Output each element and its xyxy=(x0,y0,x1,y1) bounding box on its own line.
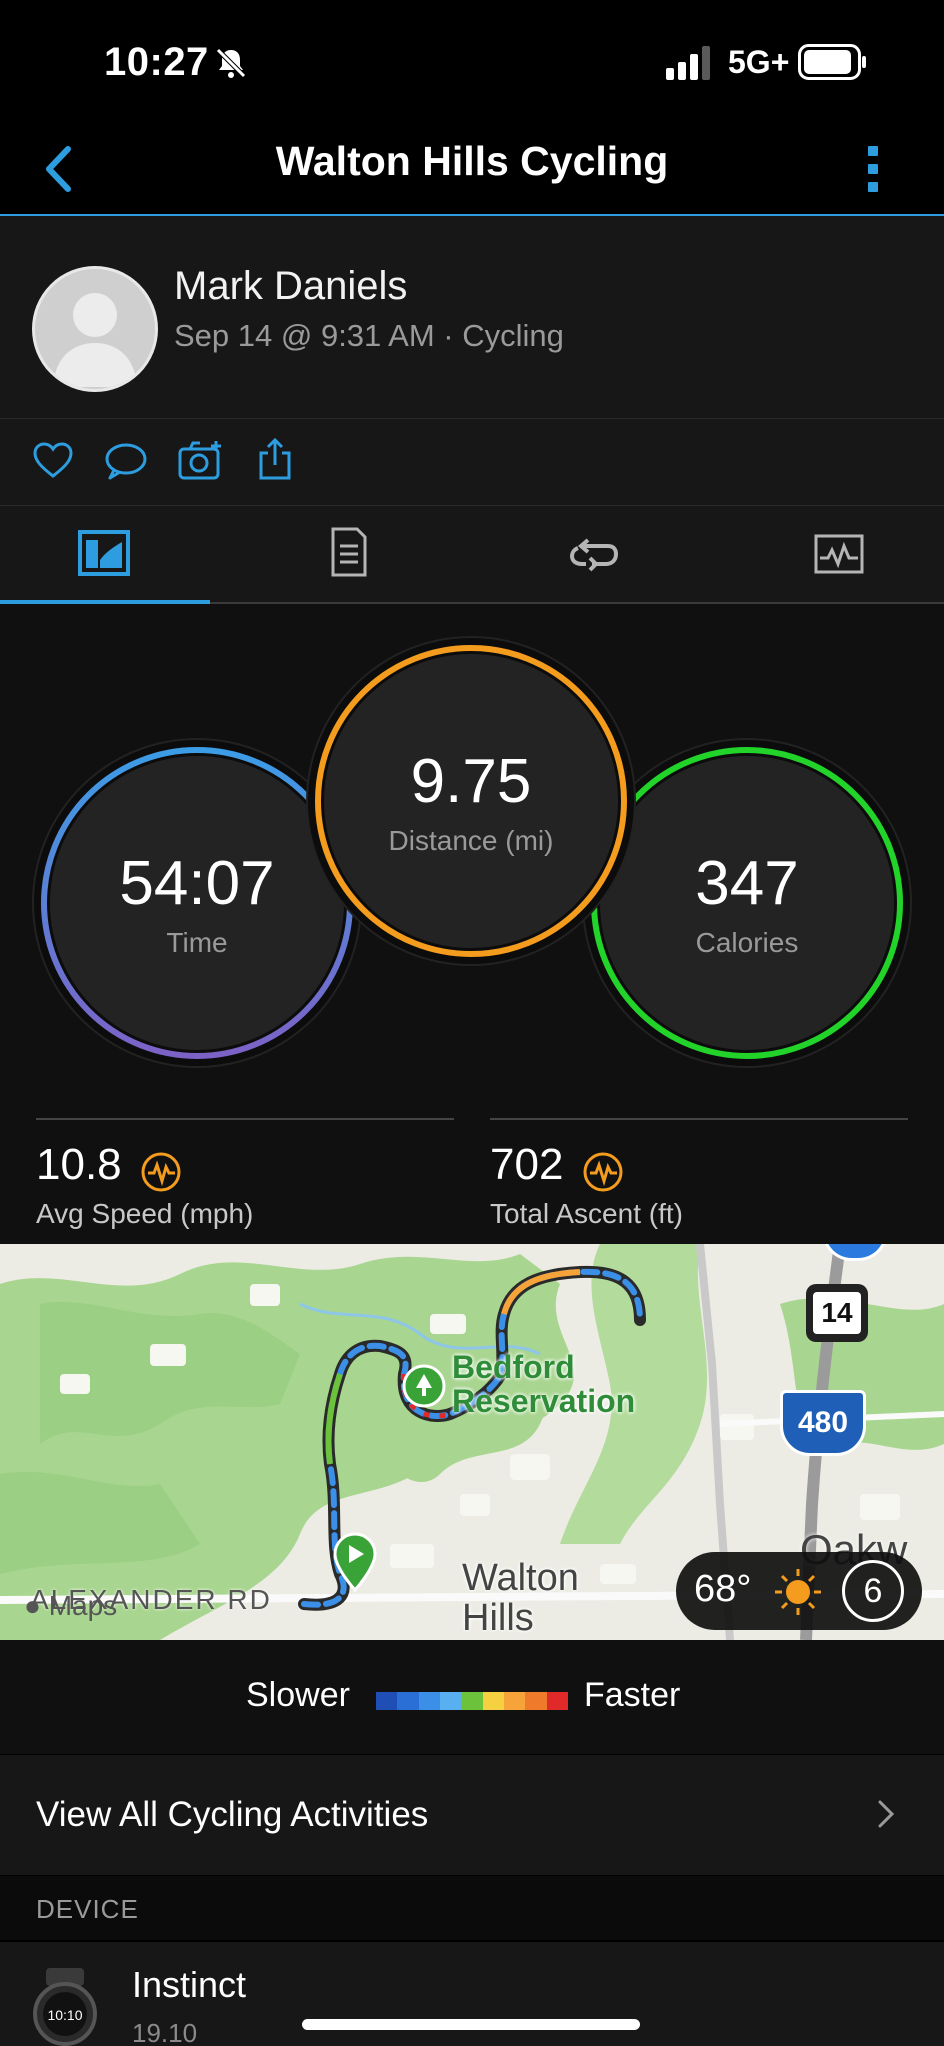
share-icon[interactable] xyxy=(258,437,292,486)
tab-stats[interactable] xyxy=(236,506,472,602)
route-14-number: 14 xyxy=(813,1292,861,1334)
performance-wave-icon xyxy=(582,1151,624,1198)
speed-legend: Slower Faster xyxy=(0,1640,944,1754)
interstate-480-number: 480 xyxy=(797,1406,849,1439)
view-all-label[interactable]: View All Cycling Activities xyxy=(36,1795,428,1835)
divider xyxy=(36,1118,454,1120)
status-time: 10:27 xyxy=(104,40,209,84)
speed-gradient-bar xyxy=(376,1692,568,1710)
device-subtext: 19.10 xyxy=(132,2018,198,2046)
avg-speed-label: Avg Speed (mph) xyxy=(36,1198,254,1230)
route-14-shield: 14 xyxy=(806,1284,868,1342)
status-bar: 10:27 5G+ xyxy=(0,0,944,128)
like-heart-icon[interactable] xyxy=(32,441,74,484)
device-header-label: DEVICE xyxy=(36,1894,139,1924)
wind-speed: 6 xyxy=(863,1571,883,1610)
activity-header: Mark Daniels Sep 14 @ 9:31 AM · Cycling xyxy=(0,216,944,419)
weather-temp: 68° xyxy=(694,1568,752,1610)
legend-color-segment xyxy=(397,1692,419,1710)
apple-logo-icon: ● xyxy=(24,1590,41,1621)
weather-badge: 68° 6 xyxy=(676,1552,922,1630)
total-ascent-value: 702 xyxy=(490,1140,564,1189)
legend-color-segment xyxy=(461,1692,483,1710)
town-label-line2: Hills xyxy=(462,1597,534,1639)
svg-text:10:10: 10:10 xyxy=(47,2007,82,2023)
town-label: Walton Hills xyxy=(462,1558,579,1638)
attribution-text: Maps xyxy=(48,1590,118,1621)
calories-label: Calories xyxy=(695,926,799,958)
avatar[interactable] xyxy=(32,266,158,392)
graph-pulse-icon xyxy=(814,534,864,579)
total-ascent-stat: 702 Total Ascent (ft) xyxy=(490,1140,683,1230)
view-all-activities-row[interactable]: View All Cycling Activities xyxy=(0,1755,944,1875)
legend-color-segment xyxy=(418,1692,440,1710)
avg-speed-stat: 10.8 Avg Speed (mph) xyxy=(36,1140,253,1230)
document-icon xyxy=(330,526,368,583)
interstate-480-shield: 480 xyxy=(780,1390,866,1456)
calories-value: 347 xyxy=(695,848,799,918)
device-section-header: DEVICE xyxy=(0,1876,944,1940)
chevron-right-icon[interactable] xyxy=(876,1799,896,1834)
add-photo-icon[interactable] xyxy=(178,439,224,486)
sun-icon xyxy=(772,1566,824,1623)
stats-panel: 54:07 Time 347 Calories 9.75 Distance (m… xyxy=(0,604,944,1244)
town-label-line1: Walton xyxy=(462,1557,579,1599)
activity-tabs xyxy=(0,506,944,604)
activity-date-type: Sep 14 @ 9:31 AM · Cycling xyxy=(174,318,564,353)
maps-attribution: ● Maps xyxy=(24,1590,117,1622)
signal-icon xyxy=(666,46,714,85)
bell-slash-icon xyxy=(214,46,248,85)
time-value: 54:07 xyxy=(119,848,275,918)
distance-label: Distance (mi) xyxy=(388,824,554,856)
device-row[interactable]: 10:10 Instinct 19.10 xyxy=(0,1942,944,2046)
park-tree-icon xyxy=(402,1364,446,1413)
tab-laps[interactable] xyxy=(472,506,708,602)
legend-slower: Slower xyxy=(246,1676,350,1714)
legend-color-segment xyxy=(482,1692,504,1710)
legend-color-segment xyxy=(525,1692,547,1710)
park-label-line1: Bedford xyxy=(452,1349,575,1385)
start-pin-icon[interactable] xyxy=(332,1532,378,1597)
more-options-icon[interactable] xyxy=(866,144,880,199)
legend-color-segment xyxy=(439,1692,462,1710)
park-label: Bedford Reservation xyxy=(452,1350,635,1418)
tab-charts[interactable] xyxy=(0,506,236,602)
page-title: Walton Hills Cycling xyxy=(275,138,669,184)
route-map[interactable]: Bedford Reservation Walton Hills ALEXAND… xyxy=(0,1244,944,1640)
battery-icon xyxy=(798,44,868,85)
watch-icon: 10:10 xyxy=(30,1968,100,2046)
athlete-name[interactable]: Mark Daniels xyxy=(174,264,407,309)
nav-bar: Walton Hills Cycling xyxy=(0,128,944,216)
device-name: Instinct xyxy=(132,1964,247,2005)
park-label-line2: Reservation xyxy=(452,1383,636,1419)
home-indicator[interactable] xyxy=(302,2019,640,2030)
action-bar xyxy=(0,419,944,506)
wind-compass-icon: 6 xyxy=(842,1560,904,1622)
legend-faster: Faster xyxy=(584,1676,681,1714)
laps-loop-icon xyxy=(568,536,620,579)
legend-color-segment xyxy=(503,1692,526,1710)
legend-color-segment xyxy=(546,1692,568,1710)
total-ascent-label: Total Ascent (ft) xyxy=(490,1198,683,1230)
distance-stat: 9.75 Distance (mi) xyxy=(324,654,618,948)
network-type: 5G+ xyxy=(728,44,790,80)
distance-value: 9.75 xyxy=(410,746,532,816)
tab-graphs[interactable] xyxy=(708,506,944,602)
time-label: Time xyxy=(166,926,228,958)
divider xyxy=(490,1118,908,1120)
time-stat: 54:07 Time xyxy=(50,756,344,1050)
performance-wave-icon xyxy=(140,1151,182,1198)
legend-color-segment xyxy=(376,1692,398,1710)
avg-speed-value: 10.8 xyxy=(36,1140,122,1189)
comment-icon[interactable] xyxy=(104,441,148,486)
calories-stat: 347 Calories xyxy=(600,756,894,1050)
